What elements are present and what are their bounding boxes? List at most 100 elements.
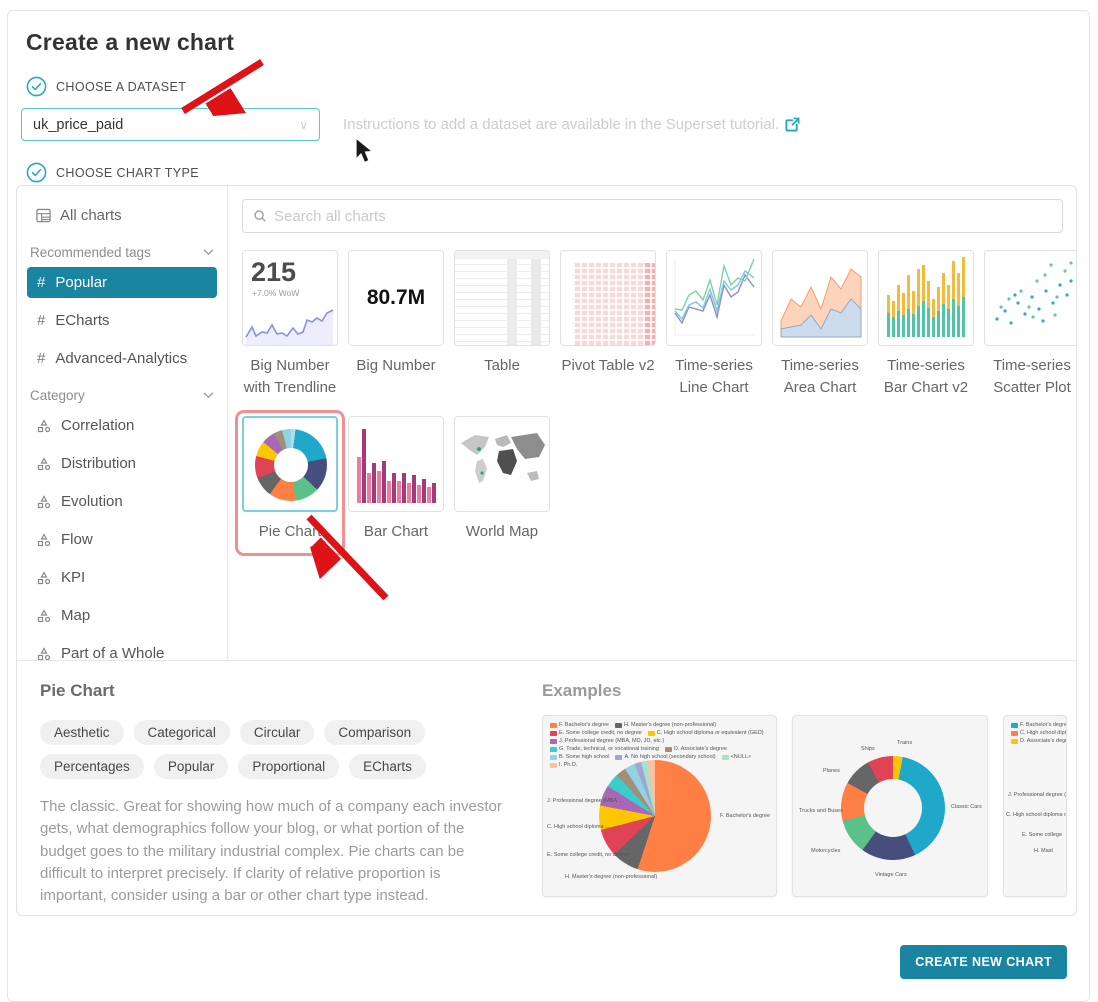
dataset-select-value: uk_price_paid	[33, 117, 123, 133]
sidebar-item-correlation[interactable]: Correlation	[27, 410, 217, 441]
chart-type-label: Pie Chart	[242, 521, 338, 543]
tag-pill: Proportional	[238, 754, 339, 779]
chart-type-card-ts-bar[interactable]: Time-series Bar Chart v2	[878, 250, 974, 399]
search-icon	[253, 209, 267, 223]
detail-tags: Aesthetic Categorical Circular Compariso…	[40, 720, 470, 779]
area-chart-art	[773, 251, 867, 345]
tag-pill: Popular	[154, 754, 229, 779]
tag-pill: Comparison	[324, 720, 425, 745]
chart-type-card-world-map[interactable]: World Map	[454, 416, 550, 543]
category-icon	[37, 533, 51, 547]
hash-icon: #	[37, 350, 45, 367]
detail-chart-title: Pie Chart	[40, 681, 509, 701]
page-title: Create a new chart	[26, 29, 1089, 56]
chart-type-label: Time-series Line Chart	[666, 355, 762, 399]
chart-type-label: Time-series Bar Chart v2	[878, 355, 974, 399]
example-thumbnail-donut[interactable]: Trains Ships Planes Trucks and Buses Mot…	[792, 715, 988, 897]
category-icon	[37, 457, 51, 471]
chart-type-label: Big Number with Trendline	[242, 355, 338, 399]
hash-icon: #	[37, 312, 45, 329]
chart-thumbnail	[984, 250, 1076, 346]
tag-pill: Circular	[240, 720, 315, 745]
create-new-chart-button[interactable]: CREATE NEW CHART	[900, 945, 1067, 979]
chart-type-card-ts-area[interactable]: Time-series Area Chart	[772, 250, 868, 399]
line-chart-art	[667, 251, 761, 345]
chart-type-card-ts-line[interactable]: Time-series Line Chart	[666, 250, 762, 399]
sidebar-item-map[interactable]: Map	[27, 600, 217, 631]
dataset-instructions: Instructions to add a dataset are availa…	[343, 116, 800, 133]
chart-type-card-ts-scatter[interactable]: Time-series Scatter Plot	[984, 250, 1076, 399]
chart-type-card-big-number-trendline[interactable]: 215 +7.0% WoW Big Number with Trendline	[242, 250, 338, 399]
category-icon	[37, 647, 51, 661]
create-chart-panel: Create a new chart CHOOSE A DATASET uk_p…	[7, 10, 1090, 1002]
chart-thumbnail	[454, 250, 550, 346]
step-chart-type: CHOOSE CHART TYPE	[26, 162, 1089, 183]
sidebar-section-recommended-tags[interactable]: Recommended tags	[30, 245, 214, 260]
chart-type-card-big-number[interactable]: 80.7M Big Number	[348, 250, 444, 377]
chart-type-card-bar[interactable]: Bar Chart	[348, 416, 444, 543]
chart-thumbnail: 215 +7.0% WoW	[242, 250, 338, 346]
search-charts-box	[242, 199, 1063, 233]
world-map-art	[455, 417, 549, 511]
sidebar-item-part-of-a-whole[interactable]: Part of a Whole	[27, 638, 217, 660]
chart-thumbnail	[878, 250, 974, 346]
category-icon	[37, 571, 51, 585]
search-input[interactable]	[274, 208, 1052, 225]
chart-type-chooser: All charts Recommended tags # Popular # …	[16, 185, 1077, 916]
chart-cards-area: 215 +7.0% WoW Big Number with Trendline …	[228, 186, 1076, 660]
big-number-value: 80.7M	[349, 251, 443, 345]
chart-type-label: Big Number	[348, 355, 444, 377]
sidebar-item-evolution[interactable]: Evolution	[27, 486, 217, 517]
example-donut-art	[841, 756, 945, 860]
sidebar-item-advanced-analytics[interactable]: # Advanced-Analytics	[27, 343, 217, 374]
choose-chart-type-label: CHOOSE CHART TYPE	[56, 166, 199, 180]
dataset-select[interactable]: uk_price_paid ∨	[21, 108, 320, 141]
sidebar-section-category[interactable]: Category	[30, 388, 214, 403]
chart-detail-section: Pie Chart Aesthetic Categorical Circular…	[17, 660, 1076, 915]
chart-thumbnail	[666, 250, 762, 346]
chart-category-sidebar: All charts Recommended tags # Popular # …	[17, 186, 228, 660]
chart-thumbnail	[560, 250, 656, 346]
scatter-plot-art	[985, 251, 1076, 345]
chart-type-card-table[interactable]: Table	[454, 250, 550, 377]
chart-thumbnail	[348, 416, 444, 512]
sidebar-item-kpi[interactable]: KPI	[27, 562, 217, 593]
external-link-icon[interactable]	[785, 117, 800, 132]
chart-type-label: Pivot Table v2	[560, 355, 656, 377]
example-legend: F. Bachelor's degre C. High school diplo…	[1011, 722, 1067, 744]
check-circle-icon	[26, 162, 47, 183]
big-number-value: 215	[243, 251, 337, 286]
sidebar-item-echarts[interactable]: # ECharts	[27, 305, 217, 336]
sidebar-item-popular[interactable]: # Popular	[27, 267, 217, 298]
chevron-down-icon: ∨	[299, 118, 308, 132]
sparkline	[243, 303, 337, 345]
check-circle-icon	[26, 76, 47, 97]
sidebar-item-flow[interactable]: Flow	[27, 524, 217, 555]
example-thumbnail-pie[interactable]: F. Bachelor's degree H. Master's degree …	[542, 715, 777, 897]
tag-pill: Aesthetic	[40, 720, 124, 745]
chart-thumbnail	[454, 416, 550, 512]
example-thumbnail-cut[interactable]: F. Bachelor's degre C. High school diplo…	[1003, 715, 1067, 897]
pie-donut-art	[255, 429, 327, 501]
chart-thumbnail	[772, 250, 868, 346]
bar-chart-art	[349, 417, 443, 511]
table-icon	[36, 208, 51, 223]
chart-type-card-pie[interactable]: Pie Chart	[242, 416, 338, 543]
chart-thumbnail: 80.7M	[348, 250, 444, 346]
tag-pill: ECharts	[349, 754, 426, 779]
chart-type-label: Bar Chart	[348, 521, 444, 543]
choose-dataset-label: CHOOSE A DATASET	[56, 80, 186, 94]
chevron-down-icon	[203, 392, 214, 399]
sidebar-item-distribution[interactable]: Distribution	[27, 448, 217, 479]
chart-type-card-pivot-table[interactable]: Pivot Table v2	[560, 250, 656, 377]
chart-type-label: Time-series Area Chart	[772, 355, 868, 399]
category-icon	[37, 609, 51, 623]
tag-pill: Categorical	[134, 720, 230, 745]
category-icon	[37, 495, 51, 509]
chart-type-label: Time-series Scatter Plot	[984, 355, 1076, 399]
sidebar-item-all-charts[interactable]: All charts	[27, 200, 217, 231]
tag-pill: Percentages	[40, 754, 144, 779]
chart-thumbnail	[242, 416, 338, 512]
bar-chart-art	[879, 251, 973, 345]
big-number-subtext: +7.0% WoW	[243, 286, 337, 298]
